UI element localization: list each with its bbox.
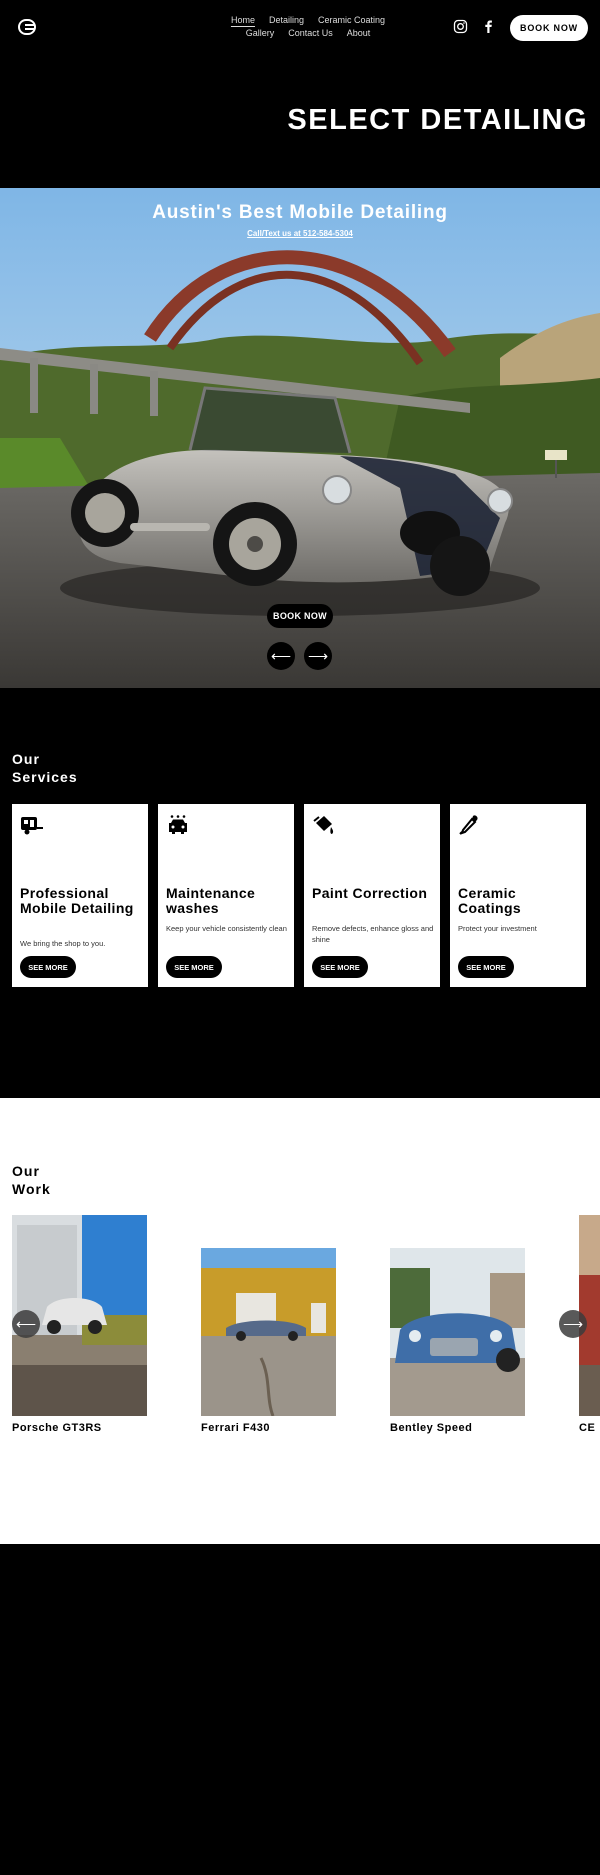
service-desc: We bring the shop to you. xyxy=(20,939,106,948)
service-desc: Remove defects, enhance gloss and shine xyxy=(312,924,434,944)
nav-detailing[interactable]: Detailing xyxy=(269,14,304,27)
work-heading: Our Work xyxy=(12,1162,51,1198)
see-more-button[interactable]: SEE MORE xyxy=(20,956,76,978)
instagram-icon[interactable] xyxy=(453,19,468,34)
nav-about[interactable]: About xyxy=(347,27,371,40)
service-title: Ceramic Coatings xyxy=(458,885,522,916)
paint-bucket-icon xyxy=(313,816,334,834)
service-card-paint-correction[interactable]: Paint Correction Remove defects, enhance… xyxy=(304,804,440,987)
services-heading: Our Services xyxy=(12,750,78,786)
logo-icon[interactable] xyxy=(18,18,36,36)
see-more-button[interactable]: SEE MORE xyxy=(166,956,222,978)
arrow-right-icon: ⟶ xyxy=(307,647,329,664)
hero-phone-link[interactable]: Call/Text us at 512-584-5304 xyxy=(0,229,600,238)
site-header: Home Detailing Ceramic Coating Gallery C… xyxy=(0,0,600,56)
work-caption-ferrari: Ferrari F430 xyxy=(201,1422,270,1434)
work-photo-ferrari[interactable] xyxy=(201,1248,336,1416)
work-photo-bentley[interactable] xyxy=(390,1248,525,1416)
work-next-button[interactable]: ⟶ xyxy=(559,1310,587,1338)
arrow-left-icon: ⟵ xyxy=(15,1315,37,1332)
see-more-button[interactable]: SEE MORE xyxy=(458,956,514,978)
service-desc: Keep your vehicle consistently clean xyxy=(166,924,287,933)
nav-contact-us[interactable]: Contact Us xyxy=(288,27,333,40)
hero-book-now-button[interactable]: BOOK NOW xyxy=(267,604,333,628)
service-title: Professional Mobile Detailing xyxy=(20,885,134,916)
services-heading-line2: Services xyxy=(12,769,78,785)
nav-home[interactable]: Home xyxy=(231,14,255,27)
dropper-icon xyxy=(459,815,478,835)
arrow-right-icon: ⟶ xyxy=(562,1315,584,1332)
main-nav: Home Detailing Ceramic Coating Gallery C… xyxy=(218,14,398,40)
trailer-icon xyxy=(21,817,43,835)
nav-ceramic-coating[interactable]: Ceramic Coating xyxy=(318,14,385,27)
work-caption-porsche: Porsche GT3RS xyxy=(12,1422,102,1434)
book-now-button[interactable]: BOOK NOW xyxy=(510,15,588,41)
nav-gallery[interactable]: Gallery xyxy=(246,27,275,40)
hero-title: Austin's Best Mobile Detailing xyxy=(152,202,448,223)
work-prev-button[interactable]: ⟵ xyxy=(12,1310,40,1338)
service-title: Maintenance washes xyxy=(166,885,256,916)
our-work-section: Our Work Porsche GT3RS Ferrari F430 Bent… xyxy=(0,1098,600,1544)
hero-prev-button[interactable]: ⟵ xyxy=(267,642,295,670)
work-caption-bentley: Bentley Speed xyxy=(390,1422,473,1434)
work-heading-line1: Our xyxy=(12,1163,40,1179)
facebook-icon[interactable] xyxy=(481,19,496,34)
work-caption-fourth: CE xyxy=(579,1422,596,1434)
services-heading-line1: Our xyxy=(12,751,40,767)
service-card-maintenance-washes[interactable]: Maintenance washes Keep your vehicle con… xyxy=(158,804,294,987)
service-title: Paint Correction xyxy=(312,885,428,901)
work-heading-line2: Work xyxy=(12,1181,51,1197)
see-more-button[interactable]: SEE MORE xyxy=(312,956,368,978)
service-desc: Protect your investment xyxy=(458,924,537,933)
service-card-mobile-detailing[interactable]: Professional Mobile Detailing We bring t… xyxy=(12,804,148,987)
car-wash-icon xyxy=(169,815,187,834)
brand-title: SELECT DETAILING xyxy=(287,104,588,136)
hero-next-button[interactable]: ⟶ xyxy=(304,642,332,670)
service-card-ceramic-coatings[interactable]: Ceramic Coatings Protect your investment… xyxy=(450,804,586,987)
arrow-left-icon: ⟵ xyxy=(270,647,292,664)
hero-banner: Austin's Best Mobile Detailing Call/Text… xyxy=(0,188,600,688)
